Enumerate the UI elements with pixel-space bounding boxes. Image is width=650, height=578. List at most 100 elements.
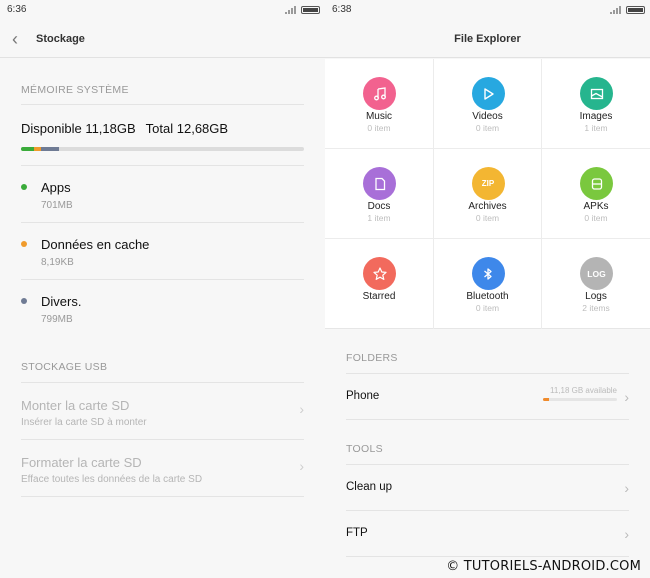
- category-label: Docs: [367, 201, 391, 212]
- category-label: Logs: [585, 291, 607, 302]
- folders-header: FOLDERS: [346, 352, 398, 364]
- category-count: 0 item: [475, 213, 500, 223]
- signal-icon: [610, 6, 621, 14]
- mount-sd-subtitle: Insérer la carte SD à monter: [21, 417, 147, 428]
- category-bluetooth[interactable]: Bluetooth 0 item: [434, 239, 542, 329]
- signal-icon: [285, 6, 296, 14]
- format-sd-title: Formater la carte SD: [21, 455, 142, 470]
- category-name: Données en cache: [41, 237, 150, 252]
- title-bar: ‹ Stockage: [0, 20, 325, 58]
- category-starred[interactable]: Starred: [325, 239, 433, 329]
- divider: [21, 104, 304, 105]
- page-title: File Explorer: [454, 33, 521, 45]
- category-videos[interactable]: Videos 0 item: [434, 59, 542, 149]
- zip-icon: ZIP: [471, 167, 505, 200]
- system-memory-header: MÉMOIRE SYSTÈME: [21, 84, 129, 96]
- battery-icon: [301, 6, 320, 14]
- back-arrow-icon[interactable]: ‹: [12, 30, 18, 48]
- category-label: Bluetooth: [466, 291, 509, 302]
- music-note-icon: [363, 77, 396, 110]
- phone-label: Phone: [346, 390, 380, 402]
- usb-storage-header: STOCKAGE USB: [21, 361, 108, 373]
- category-label: Starred: [362, 291, 396, 302]
- apk-icon: [580, 167, 613, 200]
- battery-icon: [626, 6, 645, 14]
- phone-available: 11,18 GB available: [549, 386, 617, 395]
- total-text: Total 12,68GB: [145, 121, 229, 136]
- file-explorer-screen: 6:38 File Explorer Music 0 item Videos 0 it…: [325, 0, 650, 578]
- chevron-right-icon: ›: [299, 458, 304, 474]
- category-count: 2 items: [582, 303, 610, 313]
- category-label: Images: [579, 111, 613, 122]
- watermark: © TUTORIELS-ANDROID.COM: [446, 559, 641, 574]
- format-sd-item[interactable]: Formater la carte SD Efface toutes les d…: [21, 440, 304, 496]
- cache-dot-icon: [21, 241, 27, 247]
- image-icon: [580, 77, 613, 110]
- category-count: 0 item: [584, 213, 608, 223]
- category-size: 701MB: [41, 200, 73, 211]
- category-logs[interactable]: LOG Logs 2 items: [542, 239, 650, 329]
- chevron-right-icon: ›: [624, 389, 629, 405]
- category-apks[interactable]: APKs 0 item: [542, 149, 650, 239]
- category-name: Apps: [41, 180, 71, 195]
- category-size: 799MB: [41, 314, 73, 325]
- tools-header: TOOLS: [346, 443, 383, 455]
- chevron-right-icon: ›: [624, 526, 629, 542]
- category-docs[interactable]: Docs 1 item: [325, 149, 433, 239]
- status-bar: 6:38: [325, 0, 650, 20]
- phone-storage-fill: [543, 398, 549, 401]
- star-icon: [363, 257, 396, 290]
- tool-clean-up[interactable]: Clean up ›: [346, 465, 629, 511]
- tool-ftp[interactable]: FTP ›: [346, 511, 629, 557]
- category-name: Divers.: [41, 294, 82, 309]
- icon-glyph: ZIP: [481, 179, 495, 188]
- category-count: 0 item: [475, 123, 500, 133]
- document-icon: [363, 167, 396, 200]
- category-apps[interactable]: Apps 701MB: [21, 166, 304, 222]
- category-count: 0 item: [367, 123, 391, 133]
- category-images[interactable]: Images 1 item: [542, 59, 650, 149]
- icon-glyph: LOG: [587, 268, 606, 279]
- category-count: 1 item: [584, 123, 608, 133]
- storage-usage-bar: [21, 147, 304, 151]
- page-title: Stockage: [36, 33, 85, 45]
- storage-screen: 6:36 ‹ Stockage MÉMOIRE SYSTÈME Disponib…: [0, 0, 325, 578]
- status-time: 6:38: [332, 4, 352, 15]
- mount-sd-title: Monter la carte SD: [21, 398, 130, 413]
- category-cache[interactable]: Données en cache 8,19KB: [21, 223, 304, 279]
- format-sd-subtitle: Efface toutes les données de la carte SD: [21, 474, 203, 485]
- phone-storage-bar: [543, 398, 617, 401]
- storage-summary: Disponible 11,18GB Total 12,68GB: [21, 121, 228, 136]
- bluetooth-icon: [471, 257, 505, 290]
- category-label: Archives: [468, 201, 507, 212]
- category-archives[interactable]: ZIP Archives 0 item: [434, 149, 542, 239]
- log-icon: LOG: [580, 257, 613, 290]
- divider: [21, 496, 304, 497]
- clean-up-label: Clean up: [346, 481, 393, 493]
- ftp-label: FTP: [346, 527, 368, 539]
- apps-dot-icon: [21, 184, 27, 190]
- play-icon: [471, 77, 505, 110]
- chevron-right-icon: ›: [624, 480, 629, 496]
- category-label: Music: [365, 111, 393, 122]
- available-text: Disponible 11,18GB: [21, 121, 136, 136]
- category-music[interactable]: Music 0 item: [325, 59, 433, 149]
- folder-phone[interactable]: Phone 11,18 GB available ›: [346, 374, 629, 420]
- category-count: 1 item: [367, 213, 391, 223]
- status-time: 6:36: [7, 4, 27, 15]
- title-bar: File Explorer: [325, 20, 650, 58]
- divider: [346, 419, 629, 420]
- divider: [346, 556, 629, 557]
- mount-sd-item[interactable]: Monter la carte SD Insérer la carte SD à…: [21, 383, 304, 439]
- category-size: 8,19KB: [41, 257, 74, 268]
- category-misc[interactable]: Divers. 799MB: [21, 280, 304, 336]
- status-bar: 6:36: [0, 0, 325, 20]
- usage-segment: [21, 147, 35, 151]
- category-count: 0 item: [475, 303, 500, 313]
- category-label: APKs: [583, 201, 609, 212]
- usage-segment: [40, 147, 59, 151]
- chevron-right-icon: ›: [299, 401, 304, 417]
- misc-dot-icon: [21, 298, 27, 304]
- category-label: Videos: [472, 111, 503, 122]
- category-grid: Music 0 item Videos 0 item Images 1 item Docs 1…: [325, 59, 650, 329]
